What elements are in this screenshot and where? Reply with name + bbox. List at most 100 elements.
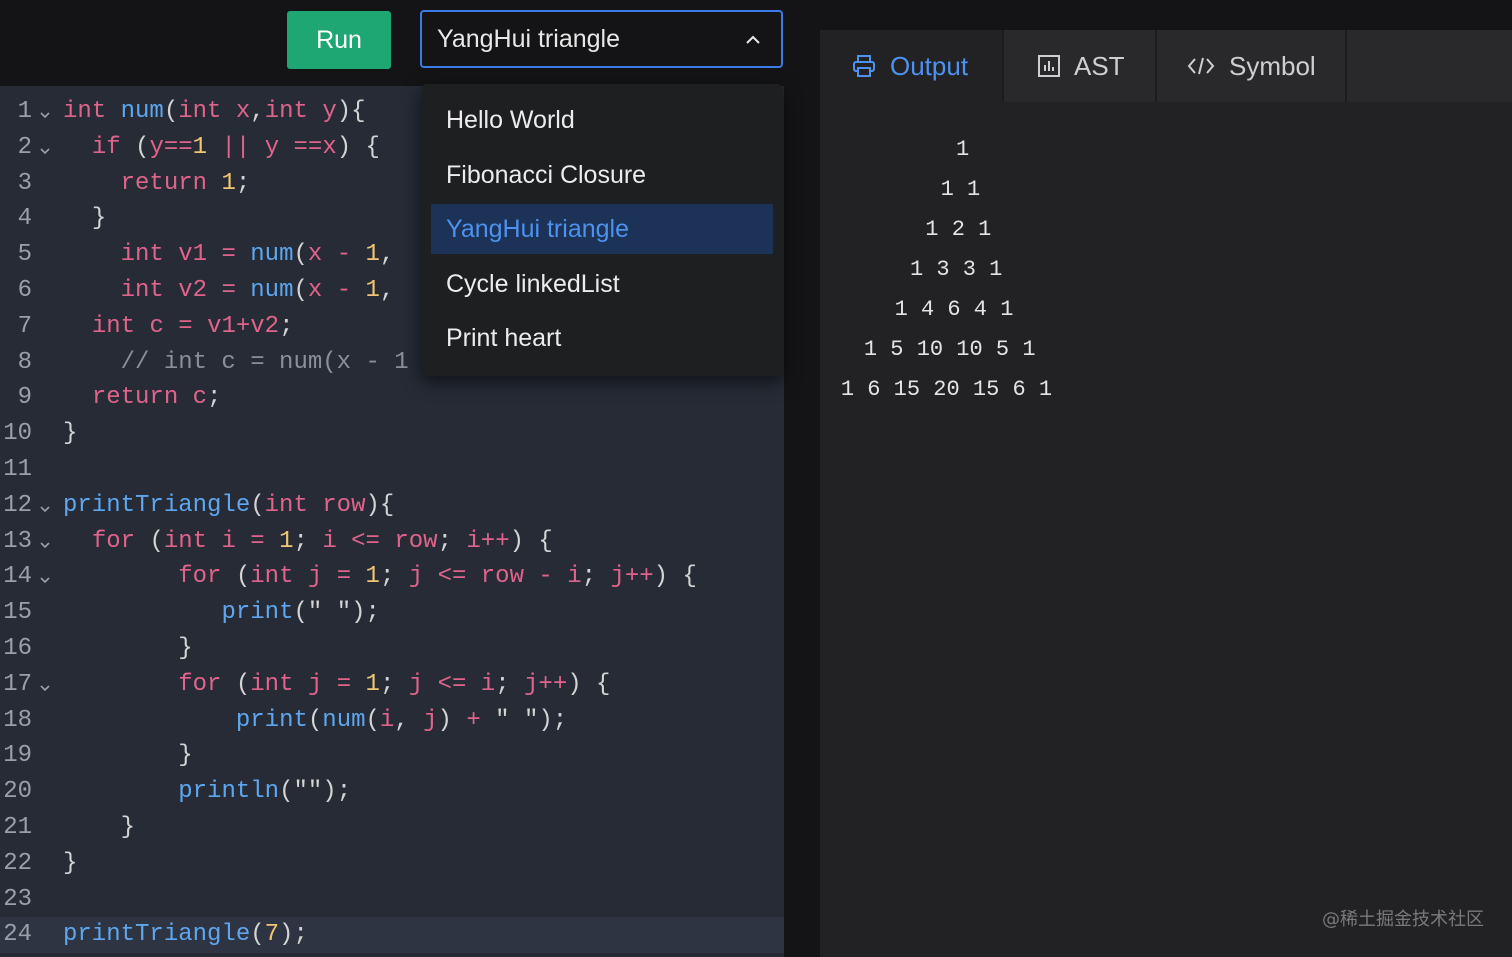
code-line[interactable]: 12 printTriangle(int row){ — [0, 488, 784, 524]
code-text: } — [63, 849, 78, 877]
fold-chevron-icon[interactable] — [39, 108, 51, 120]
line-number: 5 — [17, 241, 32, 269]
tab-output-label: Output — [890, 50, 969, 81]
code-text: } — [120, 814, 136, 841]
example-select-value: YangHui triangle — [437, 24, 620, 53]
code-line[interactable]: 19 } — [0, 738, 784, 774]
code-text: for (int j = 1; j <= i; j++) { — [178, 670, 611, 698]
line-number: 14 — [3, 563, 32, 591]
toolbar: Run YangHui triangle — [0, 0, 790, 86]
line-number: 15 — [3, 599, 32, 627]
line-number: 3 — [17, 169, 32, 197]
tab-ast[interactable]: AST — [1004, 30, 1157, 102]
line-number: 18 — [3, 706, 32, 734]
output-line: 1 2 1 — [925, 217, 992, 242]
output-line: 1 3 3 1 — [909, 257, 1003, 282]
code-text: // int c = num(x - 1 — [63, 348, 409, 376]
code-text: println(""); — [178, 778, 352, 806]
watermark: @稀土掘金技术社区 — [1322, 909, 1484, 930]
fold-chevron-icon[interactable] — [39, 538, 51, 550]
line-number: 17 — [3, 670, 32, 698]
line-number: 10 — [3, 420, 32, 448]
code-text: print(" "); — [221, 599, 380, 627]
code-text: } — [63, 420, 78, 448]
tab-output[interactable]: Output — [820, 30, 1004, 102]
fold-chevron-icon[interactable] — [39, 502, 51, 514]
line-number: 6 — [17, 277, 32, 304]
code-text: return c; — [91, 384, 222, 412]
line-number: 16 — [3, 635, 32, 662]
output-line: 1 5 10 10 5 1 — [863, 337, 1036, 362]
example-dropdown-menu: Hello World Fibonacci Closure YangHui tria… — [421, 84, 783, 376]
line-number: 2 — [17, 133, 32, 161]
line-number: 8 — [17, 348, 32, 376]
tab-ast-label: AST — [1074, 50, 1125, 81]
tab-symbol-label: Symbol — [1229, 50, 1316, 81]
code-line[interactable]: 24 printTriangle(7); — [0, 917, 784, 954]
line-number: 12 — [3, 491, 32, 519]
code-line[interactable]: 20 println(""); — [0, 774, 784, 810]
code-line[interactable]: 21 } — [0, 810, 784, 846]
chart-icon — [1038, 55, 1060, 77]
code-line[interactable]: 14 for (int j = 1; j <= row - i; j++) { — [0, 559, 784, 595]
code-line[interactable]: 17 for (int j = 1; j <= i; j++) { — [0, 667, 784, 703]
line-number: 19 — [3, 742, 32, 770]
code-text: printTriangle(int row){ — [63, 491, 395, 519]
code-text: for (int i = 1; i <= row; i++) { — [91, 527, 553, 555]
line-number: 9 — [17, 384, 32, 412]
code-line[interactable]: 16 } — [0, 631, 784, 667]
panel-divider[interactable] — [784, 0, 820, 957]
line-number: 11 — [3, 456, 32, 483]
dropdown-option[interactable]: Print heart — [431, 313, 773, 363]
code-text: print(num(i, j) + " "); — [235, 706, 568, 734]
code-text: for (int j = 1; j <= row - i; j++) { — [178, 563, 697, 591]
code-line[interactable]: 23 — [0, 882, 784, 918]
dropdown-option[interactable]: Cycle linkedList — [431, 259, 773, 309]
fold-chevron-icon[interactable] — [39, 681, 51, 693]
line-number: 13 — [3, 527, 32, 555]
code-text: int v1 = num(x - 1, — [120, 241, 395, 269]
code-text: int c = v1+v2; — [91, 312, 294, 340]
line-number: 4 — [17, 205, 32, 233]
dropdown-option[interactable]: Fibonacci Closure — [431, 150, 773, 200]
code-text: printTriangle(7); — [63, 921, 308, 949]
line-number: 21 — [3, 814, 32, 841]
output-line: 1 — [956, 137, 970, 162]
line-number: 24 — [3, 921, 32, 949]
dropdown-option[interactable]: YangHui triangle — [431, 204, 773, 255]
code-text: } — [91, 205, 107, 233]
tab-symbol[interactable]: Symbol — [1157, 30, 1347, 102]
code-icon — [1187, 57, 1215, 75]
run-button[interactable]: Run — [287, 11, 391, 69]
fold-chevron-icon[interactable] — [39, 144, 51, 156]
code-line[interactable]: 22} — [0, 846, 784, 882]
code-text: } — [178, 635, 193, 662]
output-line: 1 1 — [940, 177, 981, 202]
line-number: 23 — [3, 885, 32, 913]
code-line[interactable]: 18 print(num(i, j) + " "); — [0, 703, 784, 739]
example-select[interactable]: YangHui triangle — [420, 10, 783, 68]
right-panel-header-space — [820, 0, 1512, 30]
output-line: 1 4 6 4 1 — [894, 297, 1014, 322]
chevron-up-icon — [746, 35, 760, 44]
line-number: 7 — [17, 312, 32, 340]
line-number: 20 — [3, 778, 32, 806]
line-number: 1 — [17, 98, 32, 125]
code-text: int num(int x,int y){ — [63, 98, 366, 125]
code-line[interactable]: 15 print(" "); — [0, 595, 784, 631]
code-text: if (y==1 || y ==x) { — [91, 133, 380, 161]
result-panel: Output AST Symbol 1 1 1 1 2 1 1 3 3 1 1 4 … — [820, 30, 1512, 957]
code-line[interactable]: 9 return c; — [0, 380, 784, 416]
printer-icon — [853, 55, 875, 77]
fold-chevron-icon[interactable] — [39, 573, 51, 585]
line-number: 22 — [3, 849, 32, 877]
code-text: } — [178, 742, 193, 770]
app-window: Run YangHui triangle 1 int num(int x,int … — [0, 0, 1512, 957]
dropdown-option[interactable]: Hello World — [431, 95, 773, 145]
code-line[interactable]: 13 for (int i = 1; i <= row; i++) { — [0, 524, 784, 560]
result-tabbar: Output AST Symbol — [820, 30, 1512, 102]
code-line[interactable]: 11 — [0, 452, 784, 488]
code-text: int v2 = num(x - 1, — [120, 277, 395, 304]
code-line[interactable]: 10} — [0, 416, 784, 452]
output-line: 1 6 15 20 15 6 1 — [840, 377, 1053, 402]
